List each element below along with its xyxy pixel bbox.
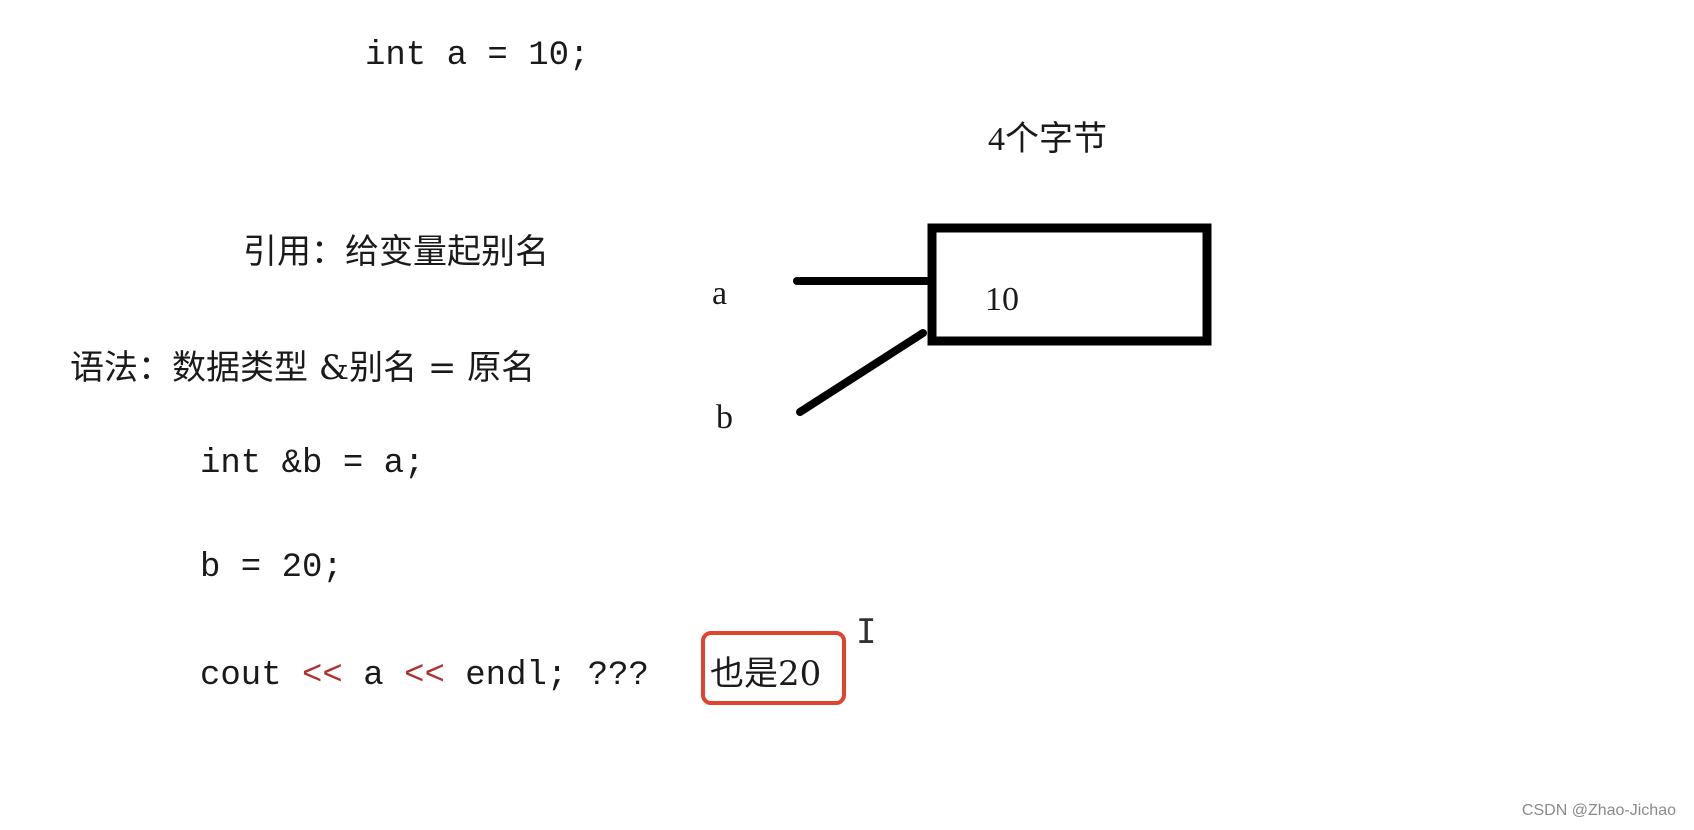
reference-line-b <box>796 329 927 416</box>
memory-value: 10 <box>985 281 1019 318</box>
memory-box <box>927 223 1212 346</box>
size-label: 4个字节 <box>988 121 1107 158</box>
variable-a-label: a <box>712 275 728 312</box>
watermark: CSDN @Zhao-Jichao <box>1521 802 1676 819</box>
variable-b-label: b <box>716 399 733 436</box>
memory-diagram <box>793 223 1212 416</box>
